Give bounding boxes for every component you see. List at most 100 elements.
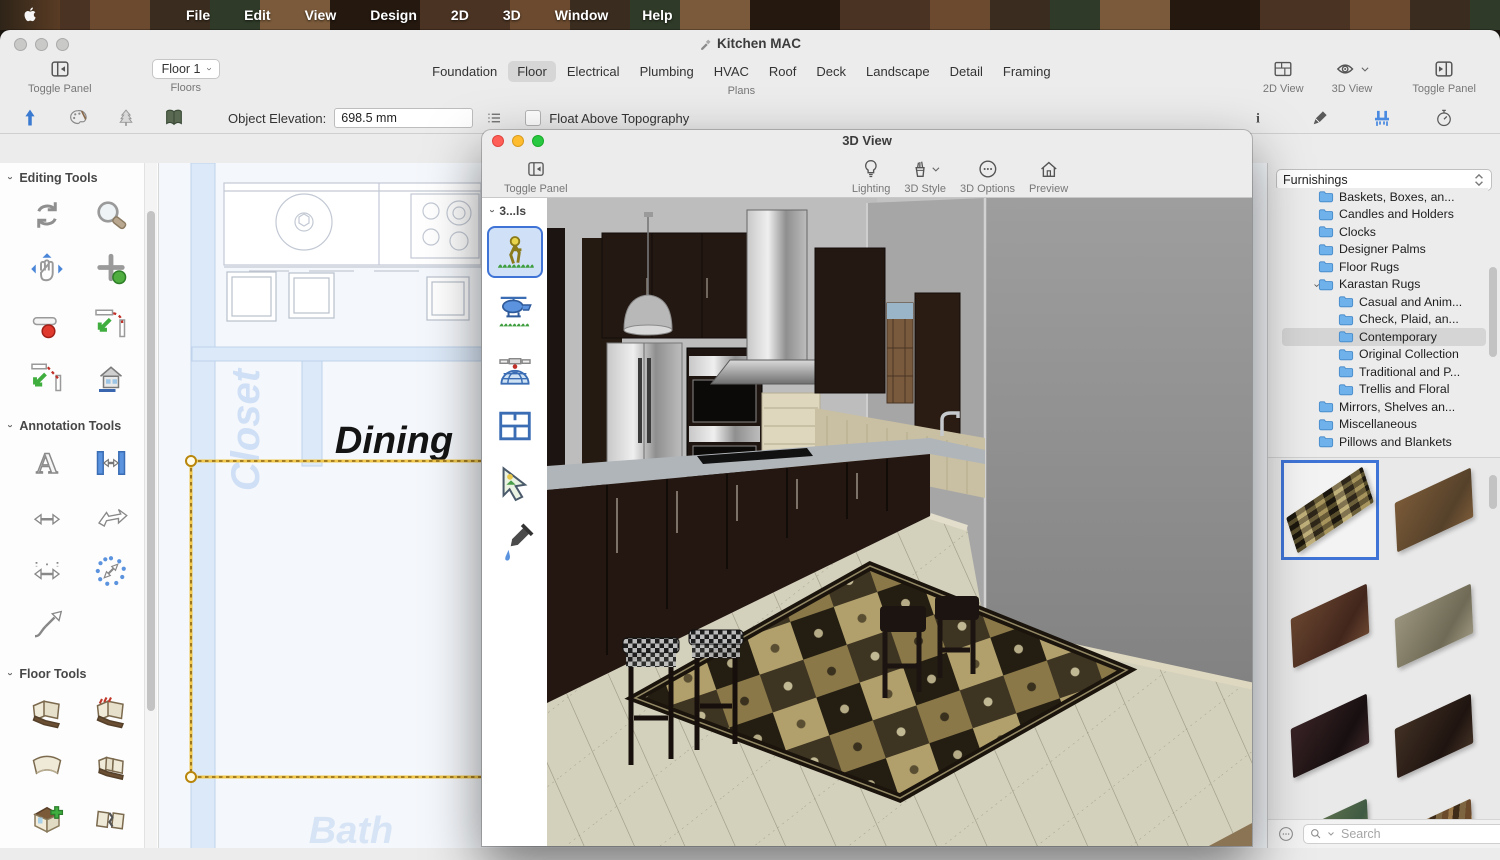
selectarrow-camera-tool[interactable] <box>487 458 543 510</box>
section-floor-tools[interactable]: ›Floor Tools <box>0 659 158 685</box>
breakwall-tool[interactable] <box>89 799 133 839</box>
furniture-chair-icon[interactable] <box>1369 106 1395 130</box>
book-icon[interactable] <box>161 106 187 130</box>
tab-plumbing[interactable]: Plumbing <box>631 61 703 82</box>
tab-detail[interactable]: Detail <box>941 61 992 82</box>
viewer-title-bar[interactable]: 3D View <box>482 130 1252 152</box>
floor-select-button[interactable]: Floor 1› <box>152 59 220 79</box>
eyedropper-camera-tool[interactable] <box>487 516 543 568</box>
palette-icon[interactable] <box>65 106 91 130</box>
ponywall-tool[interactable] <box>89 691 133 731</box>
info-icon[interactable]: i <box>1245 106 1271 130</box>
tab-electrical[interactable]: Electrical <box>558 61 629 82</box>
thumbnail-green-mottled-rug[interactable] <box>1281 791 1379 820</box>
lighting-button[interactable] <box>860 158 882 180</box>
tree-item-trellis-and-floral[interactable]: Trellis and Floral <box>1268 381 1488 399</box>
chamfer-tool[interactable] <box>25 357 69 397</box>
halfwall-tool[interactable] <box>89 745 133 785</box>
section-annotation-tools[interactable]: ›Annotation Tools <box>0 411 158 437</box>
apple-menu-icon[interactable] <box>22 6 39 23</box>
menu-design[interactable]: Design <box>370 7 417 23</box>
menu-2d[interactable]: 2D <box>451 7 469 23</box>
tree-item-clocks[interactable]: Clocks <box>1268 223 1488 241</box>
pan-tool[interactable] <box>25 249 69 289</box>
ellipsis-filter-icon[interactable] <box>1277 825 1295 843</box>
tree-item-baskets-boxes-an[interactable]: Baskets, Boxes, an... <box>1268 188 1488 206</box>
3d-style-button[interactable] <box>909 158 941 180</box>
section-editing-tools[interactable]: ›Editing Tools <box>0 163 158 189</box>
thumbnail-wood-striped-rug[interactable] <box>1385 791 1483 820</box>
manualdim-tool[interactable] <box>25 551 69 591</box>
tree-item-original-collection[interactable]: Original Collection <box>1268 346 1488 364</box>
tab-roof[interactable]: Roof <box>760 61 805 82</box>
texttool-tool[interactable]: A <box>25 443 69 483</box>
thumbnail-olive-gray-rug[interactable] <box>1385 576 1483 676</box>
tree-item-candles-and-holders[interactable]: Candles and Holders <box>1268 206 1488 224</box>
add-tool[interactable] <box>89 249 133 289</box>
tab-floor[interactable]: Floor <box>508 61 556 82</box>
thumbnail-brown-rug[interactable] <box>1385 460 1483 560</box>
curvedwall-tool[interactable] <box>25 745 69 785</box>
3d-options-button[interactable] <box>977 158 999 180</box>
houselevel-tool[interactable] <box>89 357 133 397</box>
tree-item-check-plaid-an[interactable]: Check, Plaid, an... <box>1268 311 1488 329</box>
2d-view-button[interactable] <box>1271 58 1295 80</box>
wall-tool[interactable] <box>25 691 69 731</box>
tree-item-karastan-rugs[interactable]: ›Karastan Rugs <box>1268 276 1488 294</box>
thumbs-scrollbar[interactable] <box>1488 463 1499 583</box>
rotate-tool[interactable] <box>25 195 69 235</box>
selection-handle[interactable] <box>186 456 196 466</box>
render-viewport[interactable] <box>547 198 1252 846</box>
helicopter-camera-tool[interactable] <box>487 284 543 336</box>
list-options-icon[interactable] <box>481 106 507 130</box>
selection-rectangle[interactable] <box>186 456 481 782</box>
menu-3d[interactable]: 3D <box>503 7 521 23</box>
angledim-tool[interactable] <box>89 497 133 537</box>
tree-item-floor-rugs[interactable]: Floor Rugs <box>1268 258 1488 276</box>
float-above-topography-checkbox[interactable] <box>525 110 541 126</box>
library-search-input[interactable] <box>1339 826 1500 842</box>
tab-foundation[interactable]: Foundation <box>423 61 506 82</box>
tab-hvac[interactable]: HVAC <box>705 61 758 82</box>
tree-icon[interactable] <box>113 106 139 130</box>
interiordim-tool[interactable] <box>89 443 133 483</box>
toggle-right-panel-button[interactable] <box>1432 58 1456 80</box>
tree-item-contemporary[interactable]: Contemporary <box>1268 328 1488 346</box>
menu-window[interactable]: Window <box>555 7 609 23</box>
thumbnail-espresso-rug[interactable] <box>1385 686 1483 786</box>
thumbnail-contemporary-patterned-rug[interactable] <box>1281 460 1379 560</box>
dome-camera-tool[interactable] <box>487 342 543 394</box>
zoomtool-tool[interactable] <box>89 195 133 235</box>
viewer-toggle-panel-button[interactable] <box>524 158 548 180</box>
3d-view-button[interactable] <box>1334 58 1370 80</box>
tab-deck[interactable]: Deck <box>807 61 855 82</box>
preview-button[interactable] <box>1038 158 1060 180</box>
thumbnail-black-maroon-rug[interactable] <box>1281 686 1379 786</box>
camera-tools-header[interactable]: ›3...ls <box>482 198 547 222</box>
stopwatch-icon[interactable] <box>1431 106 1457 130</box>
menu-help[interactable]: Help <box>642 7 672 23</box>
pen-tool-icon[interactable] <box>1307 106 1333 130</box>
walk-camera-tool[interactable] <box>487 226 543 278</box>
floorplan-camera-tool[interactable] <box>487 400 543 452</box>
leader-tool[interactable] <box>25 605 69 645</box>
fillet-tool[interactable] <box>89 303 133 343</box>
autodim-tool[interactable] <box>89 551 133 591</box>
tree-item-mirrors-shelves-an[interactable]: Mirrors, Shelves an... <box>1268 398 1488 416</box>
tree-item-casual-and-anim[interactable]: Casual and Anim... <box>1268 293 1488 311</box>
toggle-left-panel-button[interactable] <box>48 58 72 80</box>
thumbnail-maroon-rug[interactable] <box>1281 576 1379 676</box>
tree-scrollbar[interactable] <box>1488 195 1499 457</box>
menu-view[interactable]: View <box>305 7 337 23</box>
tree-item-pillows-and-blankets[interactable]: Pillows and Blankets <box>1268 433 1488 450</box>
selection-handle[interactable] <box>186 772 196 782</box>
tab-landscape[interactable]: Landscape <box>857 61 939 82</box>
arrow-tool-icon[interactable] <box>17 106 43 130</box>
menu-file[interactable]: File <box>186 7 210 23</box>
title-bar[interactable]: Kitchen MAC <box>0 30 1500 58</box>
enddim-tool[interactable] <box>25 497 69 537</box>
tree-item-designer-palms[interactable]: Designer Palms <box>1268 241 1488 259</box>
remove-tool[interactable] <box>25 303 69 343</box>
addfloor-tool[interactable] <box>25 799 69 839</box>
tree-item-traditional-and-p[interactable]: Traditional and P... <box>1268 363 1488 381</box>
